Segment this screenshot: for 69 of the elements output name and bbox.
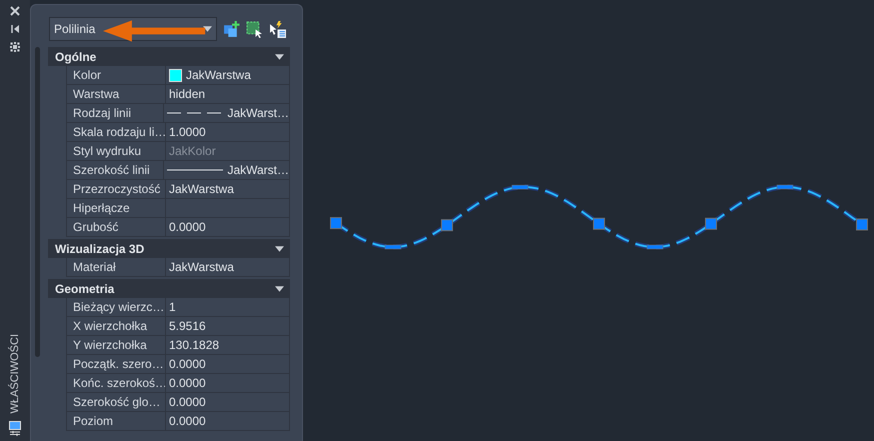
property-label: Końc. szerokoś…	[66, 374, 166, 392]
properties-icon[interactable]	[9, 421, 21, 437]
property-label: Hiperłącze	[66, 199, 166, 217]
property-label: Kolor	[66, 66, 166, 84]
value-text: 0.0000	[169, 220, 206, 234]
dashed-line-sample	[167, 111, 224, 115]
settings-icon[interactable]	[10, 42, 20, 52]
property-label: Y wierzchołka	[66, 336, 166, 354]
value-text: 130.1828	[169, 338, 220, 352]
value-text: JakKolor	[169, 144, 216, 158]
close-icon[interactable]	[10, 6, 20, 16]
property-value[interactable]: JakWarst…	[164, 104, 290, 122]
value-text: 0.0000	[169, 376, 206, 390]
value-text: JakWarst…	[227, 163, 289, 177]
value-text: 0.0000	[169, 357, 206, 371]
collapse-icon	[275, 54, 284, 60]
value-text: JakWarstwa	[169, 182, 234, 196]
caret-icon	[203, 26, 212, 32]
property-value[interactable]: 0.0000	[166, 355, 290, 373]
value-text: 1.0000	[169, 125, 206, 139]
property-value[interactable]: 5.9516	[166, 317, 290, 335]
property-value[interactable]: 0.0000	[166, 393, 290, 411]
property-label: Przezroczystość	[66, 180, 166, 198]
property-label: Początk. szero…	[66, 355, 166, 373]
property-value[interactable]: JakWarstwa	[166, 258, 290, 276]
property-value[interactable]: 0.0000	[166, 218, 290, 236]
value-text: JakWarstwa	[186, 68, 251, 82]
property-label: Bieżący wierzc…	[66, 298, 166, 316]
scrollbar[interactable]	[35, 47, 40, 357]
value-text: 0.0000	[169, 414, 206, 428]
quick-select-icon[interactable]	[269, 20, 286, 38]
section-header[interactable]: Ogólne	[48, 47, 290, 66]
value-text: hidden	[169, 87, 206, 101]
section-title: Wizualizacja 3D	[55, 242, 144, 256]
value-text: 0.0000	[169, 395, 206, 409]
property-label: Materiał	[66, 258, 166, 276]
value-text: 1	[169, 300, 176, 314]
section-header[interactable]: Wizualizacja 3D	[48, 239, 290, 258]
property-value[interactable]: 0.0000	[166, 412, 290, 430]
property-value[interactable]: JakWarst…	[164, 161, 290, 179]
property-value[interactable]: 1	[166, 298, 290, 316]
property-value[interactable]: 0.0000	[166, 374, 290, 392]
property-label: Rodzaj linii	[66, 104, 164, 122]
property-label: Grubość	[66, 218, 166, 236]
property-label: Szerokość linii	[66, 161, 164, 179]
property-label: Styl wydruku	[66, 142, 166, 160]
value-text: 5.9516	[169, 319, 206, 333]
property-value[interactable]: hidden	[166, 85, 290, 103]
property-value[interactable]: 1.0000	[166, 123, 290, 141]
section-header[interactable]: Geometria	[48, 279, 290, 298]
collapse-icon	[275, 286, 284, 292]
property-value[interactable]: 130.1828	[166, 336, 290, 354]
select-objects-icon[interactable]	[246, 20, 263, 38]
add-selection-icon[interactable]	[223, 20, 240, 38]
palette-title: WŁAŚCIWOŚCI	[9, 334, 21, 413]
property-label: X wierzchołka	[66, 317, 166, 335]
solid-line-sample	[167, 168, 224, 172]
value-text: JakWarstwa	[169, 260, 234, 274]
section-title: Ogólne	[55, 50, 96, 64]
collapse-icon	[275, 246, 284, 252]
property-value[interactable]: JakWarstwa	[166, 66, 290, 84]
property-value[interactable]: JakWarstwa	[166, 180, 290, 198]
property-label: Warstwa	[66, 85, 166, 103]
property-label: Skala rodzaju li…	[66, 123, 166, 141]
value-text: JakWarst…	[227, 106, 289, 120]
polyline-drawing[interactable]	[330, 184, 868, 250]
property-label: Poziom	[66, 412, 166, 430]
property-label: Szerokość glo…	[66, 393, 166, 411]
section-title: Geometria	[55, 282, 114, 296]
